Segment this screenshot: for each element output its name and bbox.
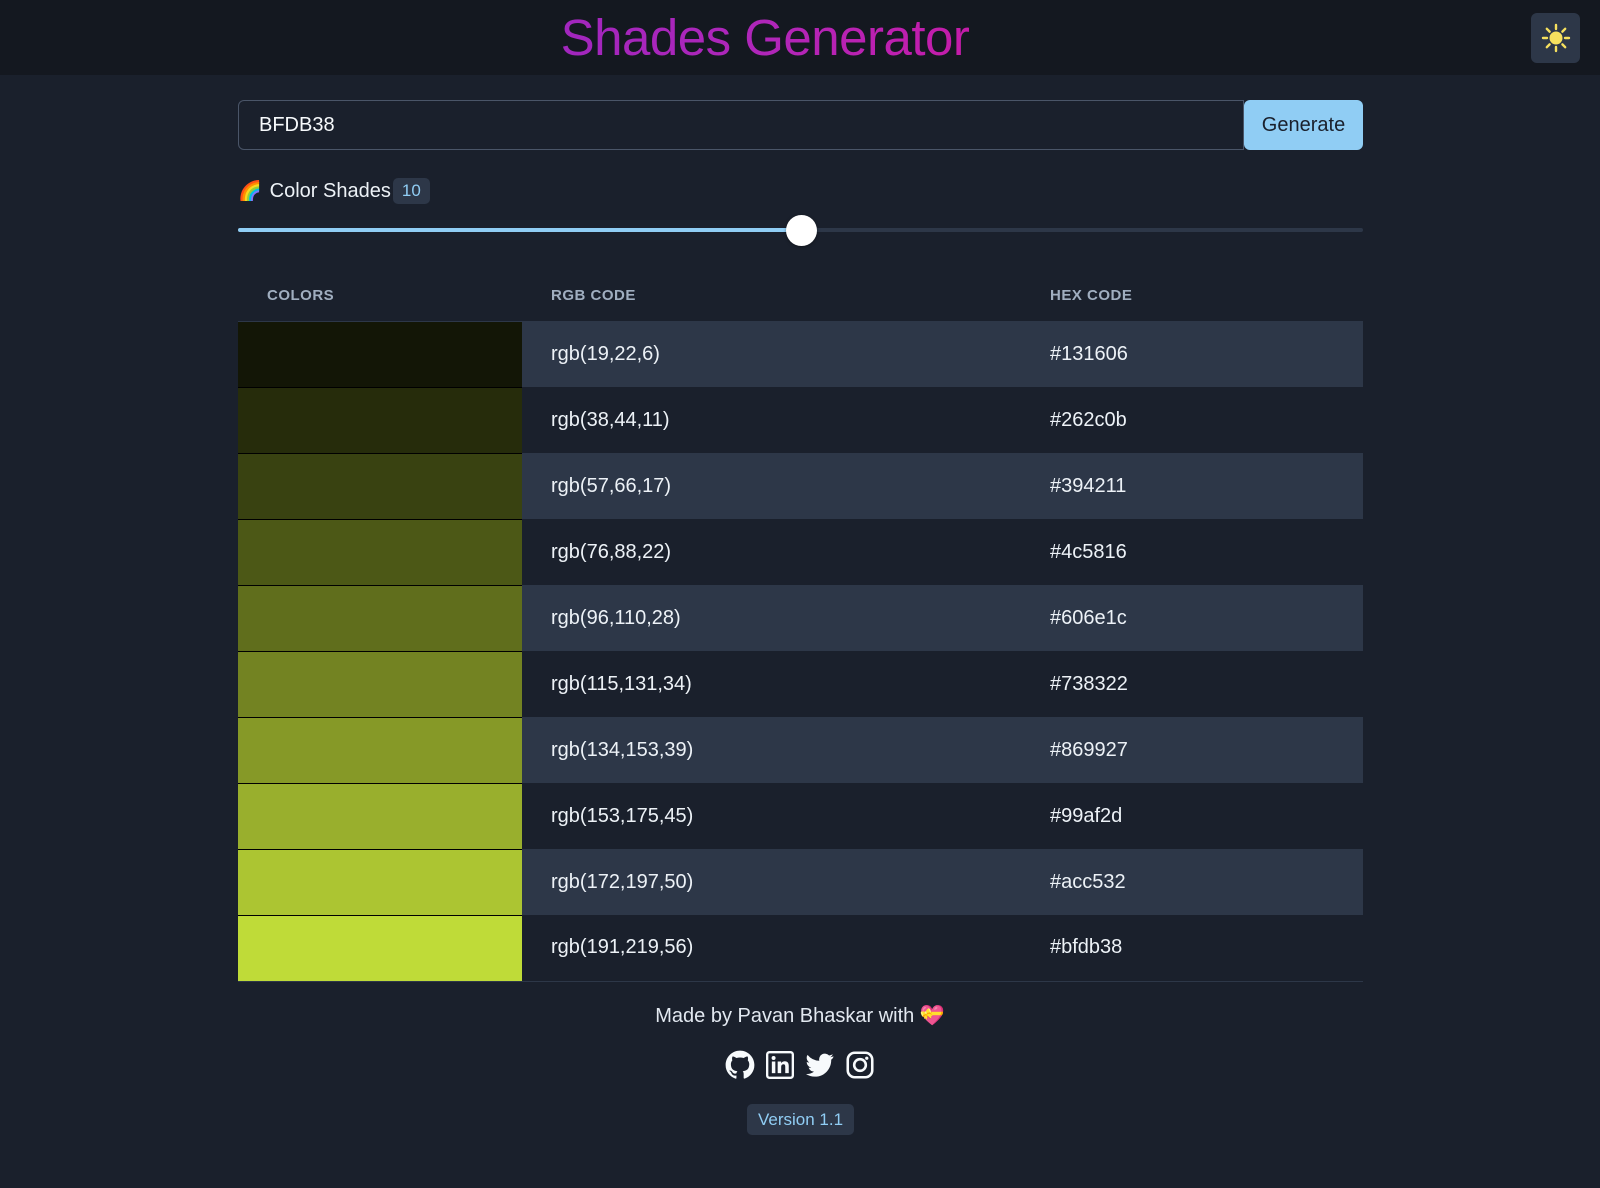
app-title: Shades Generator xyxy=(0,4,1530,72)
slider-thumb[interactable] xyxy=(785,215,817,246)
hex-code-cell: #acc532 xyxy=(1021,849,1363,915)
color-swatch xyxy=(238,849,522,916)
generate-button[interactable]: Generate xyxy=(1244,100,1363,150)
social-links xyxy=(0,1050,1600,1080)
color-swatch xyxy=(238,585,522,652)
rgb-code-cell: rgb(19,22,6) xyxy=(522,321,1021,387)
table-row: rgb(57,66,17) #394211 xyxy=(238,453,1363,520)
twitter-icon[interactable] xyxy=(805,1050,835,1080)
shades-count-badge: 10 xyxy=(392,178,430,204)
made-by-text: Made by Pavan Bhaskar with xyxy=(655,1005,915,1027)
shades-table: COLORS RGB CODE HEX CODE rgb(19,22,6) #13… xyxy=(238,270,1363,982)
table-row: rgb(153,175,45) #99af2d xyxy=(238,783,1363,850)
rgb-code-cell: rgb(38,44,11) xyxy=(522,387,1021,453)
slider-fill xyxy=(238,228,801,232)
color-swatch xyxy=(238,519,522,586)
rgb-code-cell: rgb(96,110,28) xyxy=(522,585,1021,651)
github-icon[interactable] xyxy=(725,1050,755,1080)
color-shades-text: Color Shades xyxy=(269,179,391,202)
rgb-code-cell: rgb(76,88,22) xyxy=(522,519,1021,585)
version-badge: Version 1.1 xyxy=(747,1104,854,1135)
table-row: rgb(134,153,39) #869927 xyxy=(238,717,1363,784)
hex-code-cell: #262c0b xyxy=(1021,387,1363,453)
color-swatch xyxy=(238,453,522,520)
table-row: rgb(38,44,11) #262c0b xyxy=(238,387,1363,454)
hex-code-cell: #bfdb38 xyxy=(1021,915,1363,982)
hex-code-cell: #394211 xyxy=(1021,453,1363,519)
table-header-row: COLORS RGB CODE HEX CODE xyxy=(238,270,1363,322)
rgb-code-cell: rgb(153,175,45) xyxy=(522,783,1021,849)
color-swatch xyxy=(238,321,522,388)
sun-icon xyxy=(1541,23,1570,53)
hex-code-cell: #606e1c xyxy=(1021,585,1363,651)
hex-color-input[interactable] xyxy=(238,100,1244,150)
table-row: rgb(115,131,34) #738322 xyxy=(238,651,1363,718)
rainbow-icon: 🌈 xyxy=(238,181,262,202)
hex-code-cell: #869927 xyxy=(1021,717,1363,783)
heart-icon: 💝 xyxy=(919,1005,945,1027)
rgb-code-cell: rgb(172,197,50) xyxy=(522,849,1021,915)
table-row: rgb(19,22,6) #131606 xyxy=(238,321,1363,388)
linkedin-icon[interactable] xyxy=(765,1050,795,1080)
theme-toggle-button[interactable] xyxy=(1531,13,1580,63)
hex-code-cell: #4c5816 xyxy=(1021,519,1363,585)
instagram-icon[interactable] xyxy=(845,1050,875,1080)
rgb-code-cell: rgb(115,131,34) xyxy=(522,651,1021,717)
hex-code-cell: #99af2d xyxy=(1021,783,1363,849)
color-input-group: Generate xyxy=(238,100,1363,150)
table-row: rgb(172,197,50) #acc532 xyxy=(238,849,1363,916)
shades-slider[interactable] xyxy=(238,215,1363,246)
table-row: rgb(191,219,56) #bfdb38 xyxy=(238,915,1363,982)
rgb-code-cell: rgb(134,153,39) xyxy=(522,717,1021,783)
rgb-code-cell: rgb(57,66,17) xyxy=(522,453,1021,519)
table-row: rgb(76,88,22) #4c5816 xyxy=(238,519,1363,586)
color-swatch xyxy=(238,783,522,850)
color-swatch xyxy=(238,915,522,982)
app-header: Shades Generator xyxy=(0,0,1600,75)
table-row: rgb(96,110,28) #606e1c xyxy=(238,585,1363,652)
column-header-hex: HEX CODE xyxy=(1021,270,1363,322)
column-header-colors: COLORS xyxy=(238,270,522,322)
color-swatch xyxy=(238,717,522,784)
rgb-code-cell: rgb(191,219,56) xyxy=(522,915,1021,982)
footer-credit: Made by Pavan Bhaskar with 💝 xyxy=(0,1003,1600,1028)
color-shades-label: 🌈 Color Shades 10 xyxy=(238,176,430,206)
color-swatch xyxy=(238,387,522,454)
hex-code-cell: #738322 xyxy=(1021,651,1363,717)
column-header-rgb: RGB CODE xyxy=(522,270,1021,322)
hex-code-cell: #131606 xyxy=(1021,321,1363,387)
color-swatch xyxy=(238,651,522,718)
